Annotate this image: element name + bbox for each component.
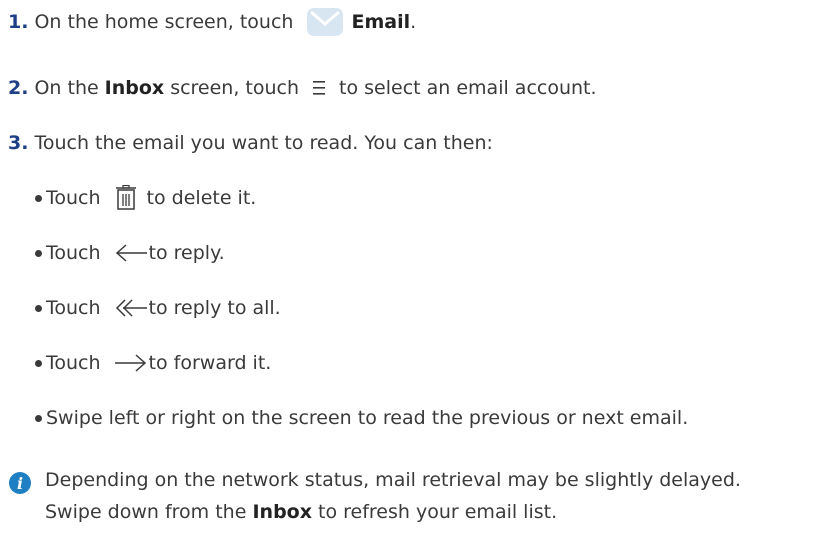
bullet-dot (35, 249, 42, 257)
step-number: 1. (8, 11, 29, 33)
note-line-2: Swipe down from the Inbox to refresh you… (45, 501, 558, 523)
inbox-label: Inbox (252, 501, 312, 523)
reply-arrow-icon (115, 243, 147, 263)
step-number: 2. (8, 77, 29, 99)
svg-text:i: i (17, 474, 23, 493)
bullet-item: Touch to forward it. (35, 348, 271, 378)
reply-all-arrow-icon (115, 298, 147, 318)
step-number: 3. (8, 132, 29, 154)
bullet-dot (35, 359, 42, 367)
bullet-item: Touch to delete it. (35, 183, 256, 213)
info-icon: i (8, 471, 32, 495)
step-text: On the home screen, touch (34, 11, 294, 33)
bullet-dot (35, 304, 42, 312)
bullet-item: Touch to reply. (35, 238, 225, 268)
bullet-item: Swipe left or right on the screen to rea… (35, 403, 688, 433)
forward-arrow-icon (114, 353, 147, 373)
step-3: 3. Touch the email you want to read. You… (8, 132, 493, 154)
bullet-dot (35, 414, 42, 422)
menu-icon (311, 79, 327, 97)
trash-icon (115, 185, 137, 211)
bullet-item: Touch to reply to all. (35, 293, 281, 323)
inbox-label: Inbox (104, 77, 165, 99)
step-2: 2. On the Inbox screen, touch to select … (8, 77, 597, 99)
email-app-icon (307, 8, 344, 36)
email-label: Email (351, 11, 411, 33)
step-1: 1. On the home screen, touch Email . (8, 7, 416, 37)
note-line-1: Depending on the network status, mail re… (45, 469, 741, 491)
bullet-dot (35, 194, 42, 202)
